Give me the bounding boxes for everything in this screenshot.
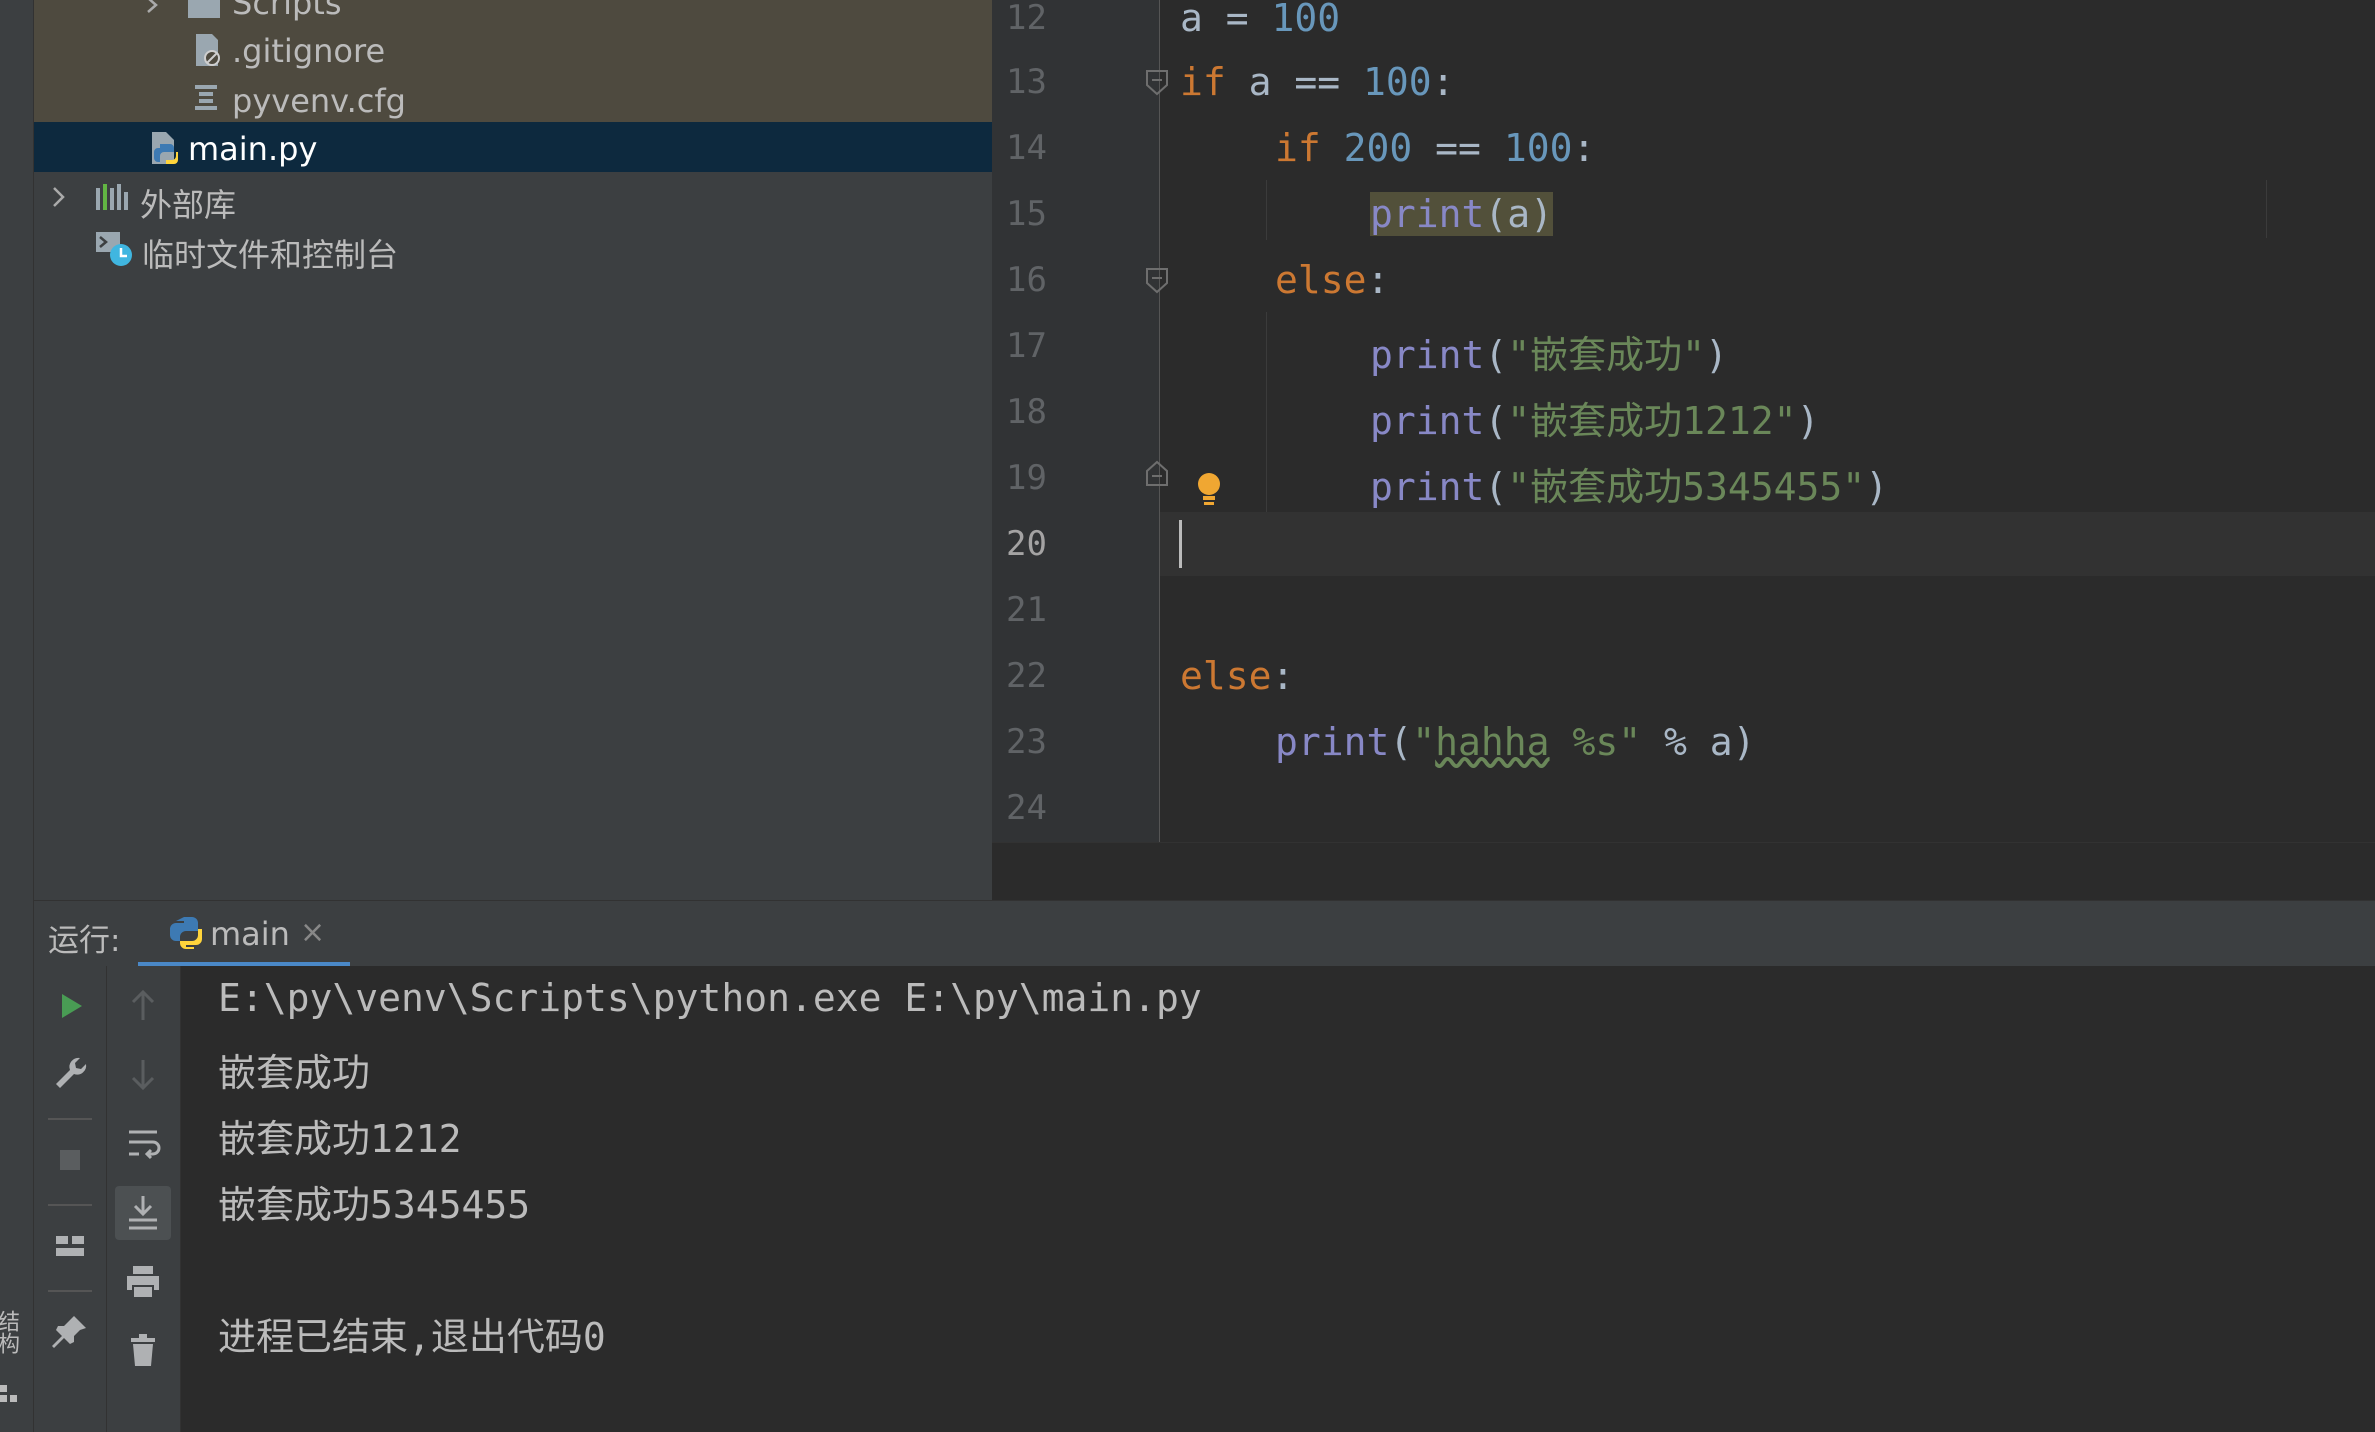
code-editor[interactable]: 12 13 14 15 16 17 18 19 20 21 22 23 24 a… [992, 0, 2375, 901]
run-tab-main[interactable]: main × [138, 901, 350, 967]
scratches-icon [96, 232, 132, 266]
line-number: 19 [1006, 458, 1047, 498]
code-line-16: else: [1275, 258, 1390, 302]
run-label: 运行: [48, 923, 121, 959]
tree-item-label: .gitignore [232, 32, 386, 70]
layout-icon[interactable] [46, 1222, 94, 1270]
usage-highlight: print(a) [1370, 192, 1554, 236]
tree-item-label: 外部库 [140, 186, 237, 224]
editor-scroll-area [992, 842, 2375, 901]
ignore-file-icon [196, 34, 220, 66]
python-icon [170, 917, 202, 949]
gutter-divider [1159, 0, 1160, 842]
soft-wrap-icon[interactable] [119, 1118, 167, 1166]
tree-item-label: pyvenv.cfg [232, 82, 406, 120]
config-file-icon [195, 85, 217, 110]
tree-item-label: main.py [188, 130, 318, 168]
tree-item-scripts[interactable]: Scripts [34, 0, 992, 26]
code-line-23: print("hahha %s" % a) [1275, 720, 1756, 764]
structure-icon [0, 1385, 18, 1415]
console-line: 嵌套成功5345455 [218, 1183, 531, 1227]
console-line: E:\py\venv\Scripts\python.exe E:\py\main… [218, 976, 1202, 1020]
fold-end-icon[interactable] [1144, 460, 1170, 488]
structure-tool-tab[interactable]: 结构 [0, 1310, 22, 1370]
wrench-icon[interactable] [46, 1050, 94, 1098]
tree-item-label: Scripts [232, 0, 342, 22]
pin-icon[interactable] [46, 1308, 94, 1356]
project-tree: Scripts .gitignore pyvenv.cfg main.py 外部… [34, 0, 992, 900]
left-tool-strip: 结构 [0, 0, 34, 1432]
console-line: 嵌套成功 [218, 1051, 371, 1095]
lightbulb-icon[interactable] [1194, 470, 1224, 510]
line-number-current: 20 [1006, 524, 1047, 564]
line-number: 21 [1006, 590, 1047, 630]
chevron-right-icon[interactable] [144, 0, 162, 14]
tree-item-scratches[interactable]: 临时文件和控制台 [34, 222, 992, 274]
indent-guide [1266, 312, 1267, 512]
console-output[interactable]: E:\py\venv\Scripts\python.exe E:\py\main… [181, 966, 2375, 1432]
tree-item-label: 临时文件和控制台 [142, 236, 399, 274]
python-file-icon [152, 132, 178, 164]
fold-toggle-icon[interactable] [1144, 68, 1170, 96]
external-libraries-icon [96, 184, 128, 210]
console-line: 嵌套成功1212 [218, 1117, 462, 1161]
run-toolbar-secondary [107, 966, 181, 1432]
code-line-14: if 200 == 100: [1275, 126, 1596, 170]
trash-icon[interactable] [119, 1326, 167, 1374]
current-line-highlight [1160, 512, 2375, 576]
print-icon[interactable] [119, 1258, 167, 1306]
line-number: 17 [1006, 326, 1047, 366]
code-line-13: if a == 100: [1180, 60, 1455, 104]
run-tab-label: main [210, 915, 290, 953]
line-number: 24 [1006, 788, 1047, 828]
code-line-12: a = 100 [1180, 0, 1341, 40]
arrow-up-icon[interactable] [119, 982, 167, 1030]
arrow-down-icon[interactable] [119, 1050, 167, 1098]
indent-guide [1266, 180, 1267, 240]
line-number: 16 [1006, 260, 1047, 300]
code-line-17: print("嵌套成功") [1370, 333, 1728, 377]
text-caret [1179, 520, 1182, 568]
code-line-19: print("嵌套成功5345455") [1370, 465, 1889, 509]
code-line-18: print("嵌套成功1212") [1370, 399, 1820, 443]
folder-icon [188, 0, 220, 18]
code-line-22: else: [1180, 654, 1295, 698]
scroll-to-end-icon[interactable] [119, 1188, 167, 1236]
chevron-right-icon[interactable] [50, 186, 68, 208]
run-panel-header: 运行: main × [34, 900, 2375, 967]
line-number: 23 [1006, 722, 1047, 762]
tree-item-pyvenv-cfg[interactable]: pyvenv.cfg [34, 74, 992, 124]
line-number: 14 [1006, 128, 1047, 168]
line-number: 13 [1006, 62, 1047, 102]
close-icon[interactable]: × [300, 915, 325, 950]
typo-underline: hahha [1435, 720, 1550, 764]
line-number: 22 [1006, 656, 1047, 696]
run-icon[interactable] [46, 982, 94, 1030]
tree-item-gitignore[interactable]: .gitignore [34, 24, 992, 74]
line-number: 12 [1006, 0, 1047, 38]
line-number: 15 [1006, 194, 1047, 234]
line-number: 18 [1006, 392, 1047, 432]
code-line-15: print(a) [1370, 192, 1554, 236]
tree-item-main-py[interactable]: main.py [34, 122, 992, 172]
tree-item-external-libraries[interactable]: 外部库 [34, 172, 992, 224]
console-line: 进程已结束,退出代码0 [218, 1315, 606, 1359]
fold-toggle-icon[interactable] [1144, 266, 1170, 294]
stop-icon[interactable] [46, 1136, 94, 1184]
run-toolbar-primary [34, 966, 107, 1432]
